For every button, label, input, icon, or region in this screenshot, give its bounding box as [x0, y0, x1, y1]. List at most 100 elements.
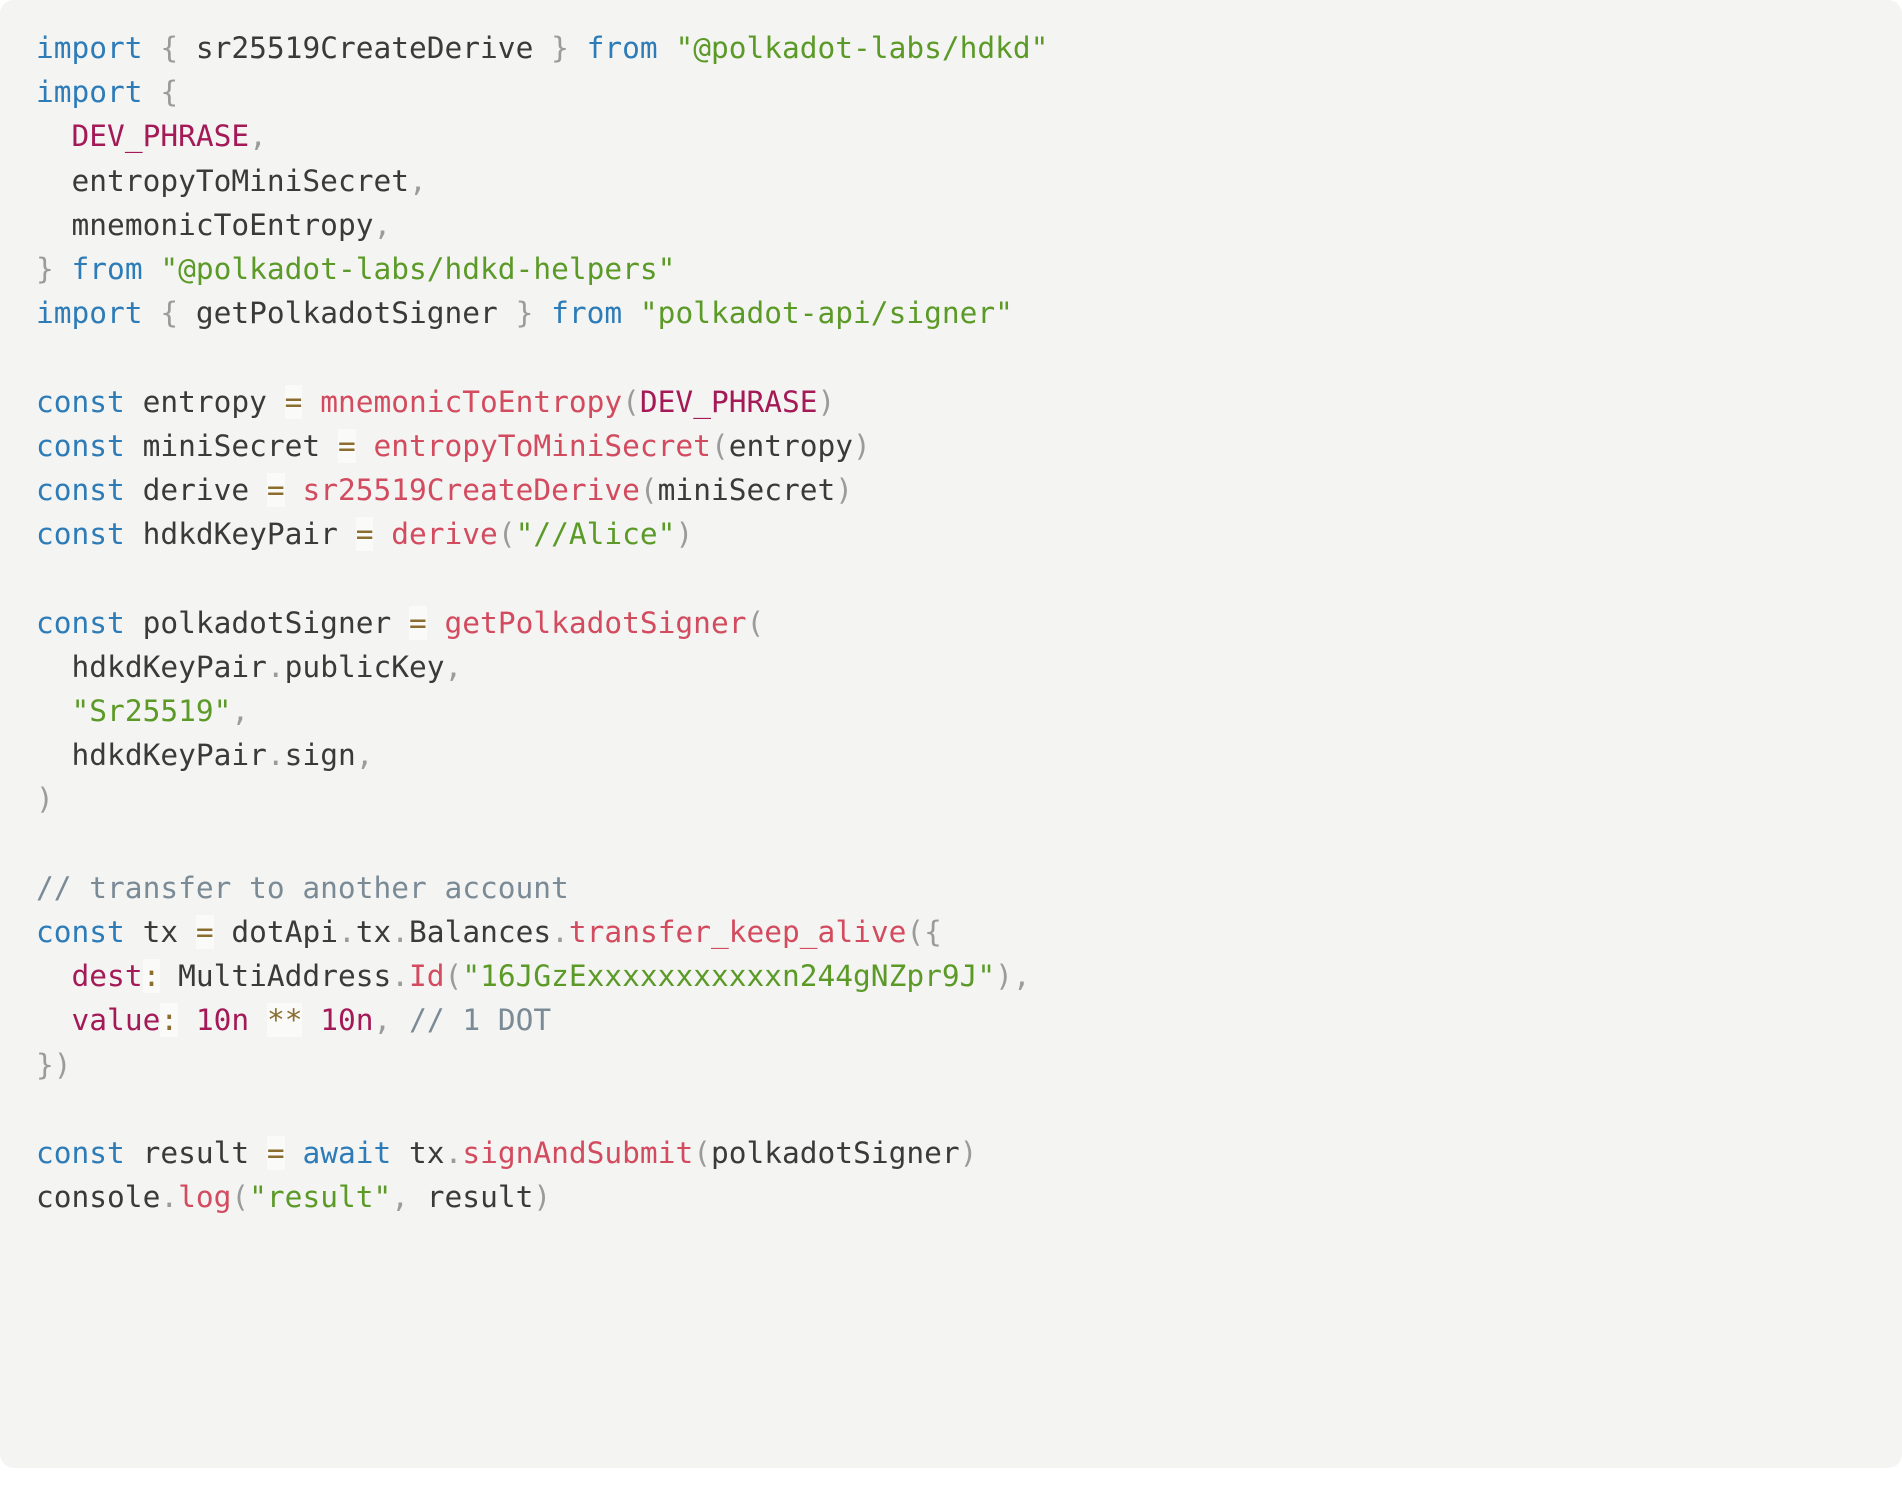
code-token: await	[302, 1136, 392, 1171]
code-line: hdkdKeyPair.sign,	[36, 733, 1882, 777]
code-line: DEV_PHRASE,	[36, 114, 1882, 158]
code-token: =	[337, 428, 356, 463]
code-token: {	[924, 915, 942, 950]
code-token: .	[266, 738, 285, 773]
code-line: import {	[36, 70, 1882, 114]
code-token: )	[959, 1136, 978, 1171]
code-line: // transfer to another account	[36, 866, 1882, 910]
code-line: const result = await tx.signAndSubmit(po…	[36, 1131, 1882, 1175]
code-token: )	[995, 959, 1013, 994]
code-token: DEV_PHRASE	[639, 384, 818, 419]
code-token: )	[675, 517, 694, 552]
code-line: const tx = dotApi.tx.Balances.transfer_k…	[36, 910, 1882, 954]
code-token: .	[391, 915, 410, 950]
code-token: result	[142, 1136, 250, 1171]
code-token: const	[36, 517, 125, 552]
code-token: mnemonicToEntropy	[320, 384, 623, 419]
code-token: polkadotSigner	[710, 1136, 960, 1171]
code-token: entropyToMiniSecret	[373, 428, 711, 463]
code-line: const miniSecret = entropyToMiniSecret(e…	[36, 424, 1882, 468]
code-token: .	[551, 915, 569, 950]
code-token: .	[444, 1136, 463, 1171]
code-line: console.log("result", result)	[36, 1175, 1882, 1219]
code-token: polkadotSigner	[142, 605, 392, 640]
code-token: "@polkadot-labs/hdkd-helpers"	[160, 252, 676, 287]
code-token: entropy	[142, 384, 267, 419]
code-token: derive	[391, 517, 498, 552]
code-token: .	[337, 915, 356, 950]
code-token: "result"	[249, 1180, 392, 1215]
code-token: )	[533, 1180, 552, 1215]
code-token: const	[36, 384, 125, 419]
code-token: )	[36, 782, 54, 817]
code-token: }	[515, 296, 534, 331]
code-line: import { getPolkadotSigner } from "polka…	[36, 291, 1882, 335]
code-token: hdkdKeyPair	[142, 517, 338, 552]
code-token: sign	[284, 738, 356, 773]
code-token: MultiAddress	[178, 959, 392, 994]
code-token: (	[639, 473, 658, 508]
code-token: ,	[408, 163, 427, 198]
code-line: )	[36, 777, 1882, 821]
code-token: )	[817, 384, 836, 419]
code-token: "16JGzExxxxxxxxxxxn244gNZpr9J"	[462, 959, 996, 994]
code-token: hdkdKeyPair	[71, 738, 267, 773]
code-token: DEV_PHRASE	[71, 119, 250, 154]
code-token: getPolkadotSigner	[195, 296, 498, 331]
code-token: mnemonicToEntropy	[71, 207, 374, 242]
code-token: derive	[142, 473, 250, 508]
code-token: ,	[355, 738, 374, 773]
code-token: 10n	[320, 1003, 374, 1038]
code-token: "@polkadot-labs/hdkd"	[675, 31, 1049, 65]
code-token: sr25519CreateDerive	[302, 473, 640, 508]
code-token: }	[36, 252, 54, 287]
code-token: {	[160, 296, 179, 331]
code-token: const	[36, 428, 125, 463]
code-token: miniSecret	[142, 428, 321, 463]
code-token: from	[586, 31, 658, 65]
code-token: import	[36, 296, 143, 331]
code-scroll-area[interactable]: import { sr25519CreateDerive } from "@po…	[0, 26, 1902, 1219]
code-token: "Sr25519"	[71, 694, 232, 729]
code-token: console	[36, 1180, 161, 1215]
code-token: .	[266, 649, 285, 684]
code-token: ,	[373, 207, 392, 242]
code-token: ,	[373, 1003, 392, 1038]
code-token: ,	[249, 119, 267, 154]
code-line: })	[36, 1043, 1882, 1087]
code-token: import	[36, 31, 143, 65]
code-token: (	[231, 1180, 250, 1215]
code-line: dest: MultiAddress.Id("16JGzExxxxxxxxxxx…	[36, 954, 1882, 998]
code-token: (	[497, 517, 516, 552]
code-token: const	[36, 915, 125, 950]
code-line: } from "@polkadot-labs/hdkd-helpers"	[36, 247, 1882, 291]
source-code[interactable]: import { sr25519CreateDerive } from "@po…	[36, 26, 1882, 1219]
code-line: const polkadotSigner = getPolkadotSigner…	[36, 601, 1882, 645]
